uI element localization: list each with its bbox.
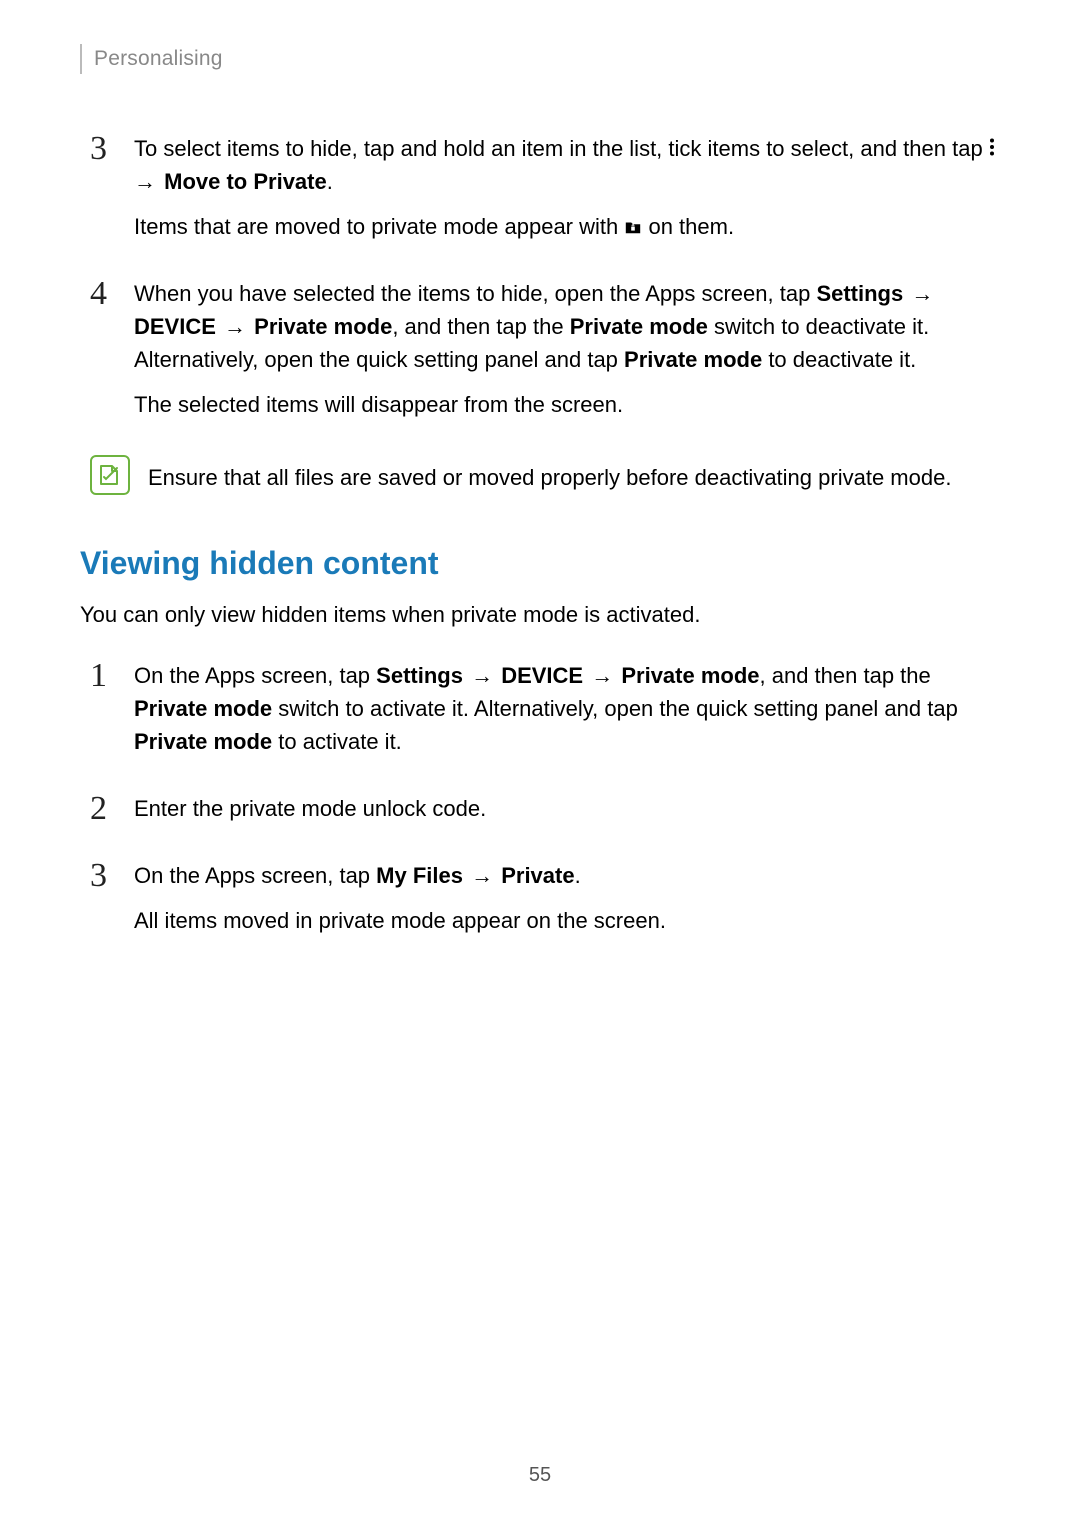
view-step-1-text: On the Apps screen, tap Settings → DEVIC… bbox=[134, 659, 1000, 758]
step-body: Enter the private mode unlock code. bbox=[134, 792, 1000, 837]
note-text: Ensure that all files are saved or moved… bbox=[148, 455, 951, 494]
header-rule bbox=[80, 44, 82, 74]
view-step-2-text: Enter the private mode unlock code. bbox=[134, 792, 1000, 825]
private-folder-icon bbox=[624, 210, 642, 243]
section-heading: Viewing hidden content bbox=[80, 545, 1000, 582]
step-number: 3 bbox=[90, 132, 116, 255]
page: Personalising 3 To select items to hide,… bbox=[0, 0, 1080, 1527]
view-step-2: 2 Enter the private mode unlock code. bbox=[90, 792, 1000, 837]
view-step-3-line-2: All items moved in private mode appear o… bbox=[134, 904, 1000, 937]
section-intro: You can only view hidden items when priv… bbox=[80, 598, 1000, 631]
note-icon bbox=[90, 455, 130, 495]
step-body: On the Apps screen, tap My Files → Priva… bbox=[134, 859, 1000, 949]
chapter-title: Personalising bbox=[94, 47, 223, 71]
page-number: 55 bbox=[0, 1464, 1080, 1487]
steps-continued: 3 To select items to hide, tap and hold … bbox=[80, 132, 1000, 433]
step-number: 2 bbox=[90, 792, 116, 837]
note-box: Ensure that all files are saved or moved… bbox=[80, 455, 1000, 495]
step-3: 3 To select items to hide, tap and hold … bbox=[90, 132, 1000, 255]
step-4: 4 When you have selected the items to hi… bbox=[90, 277, 1000, 433]
view-step-1: 1 On the Apps screen, tap Settings → DEV… bbox=[90, 659, 1000, 770]
step-body: To select items to hide, tap and hold an… bbox=[134, 132, 1000, 255]
step-body: When you have selected the items to hide… bbox=[134, 277, 1000, 433]
page-header: Personalising bbox=[80, 44, 1000, 74]
step-body: On the Apps screen, tap Settings → DEVIC… bbox=[134, 659, 1000, 770]
more-options-icon bbox=[989, 132, 995, 165]
view-step-3: 3 On the Apps screen, tap My Files → Pri… bbox=[90, 859, 1000, 949]
step-3-line-1: To select items to hide, tap and hold an… bbox=[134, 132, 1000, 198]
steps-viewing: 1 On the Apps screen, tap Settings → DEV… bbox=[80, 659, 1000, 949]
step-number: 1 bbox=[90, 659, 116, 770]
view-step-3-line-1: On the Apps screen, tap My Files → Priva… bbox=[134, 859, 1000, 892]
step-3-line-2: Items that are moved to private mode app… bbox=[134, 210, 1000, 243]
step-4-line-2: The selected items will disappear from t… bbox=[134, 388, 1000, 421]
step-number: 3 bbox=[90, 859, 116, 949]
step-number: 4 bbox=[90, 277, 116, 433]
step-4-line-1: When you have selected the items to hide… bbox=[134, 277, 1000, 376]
